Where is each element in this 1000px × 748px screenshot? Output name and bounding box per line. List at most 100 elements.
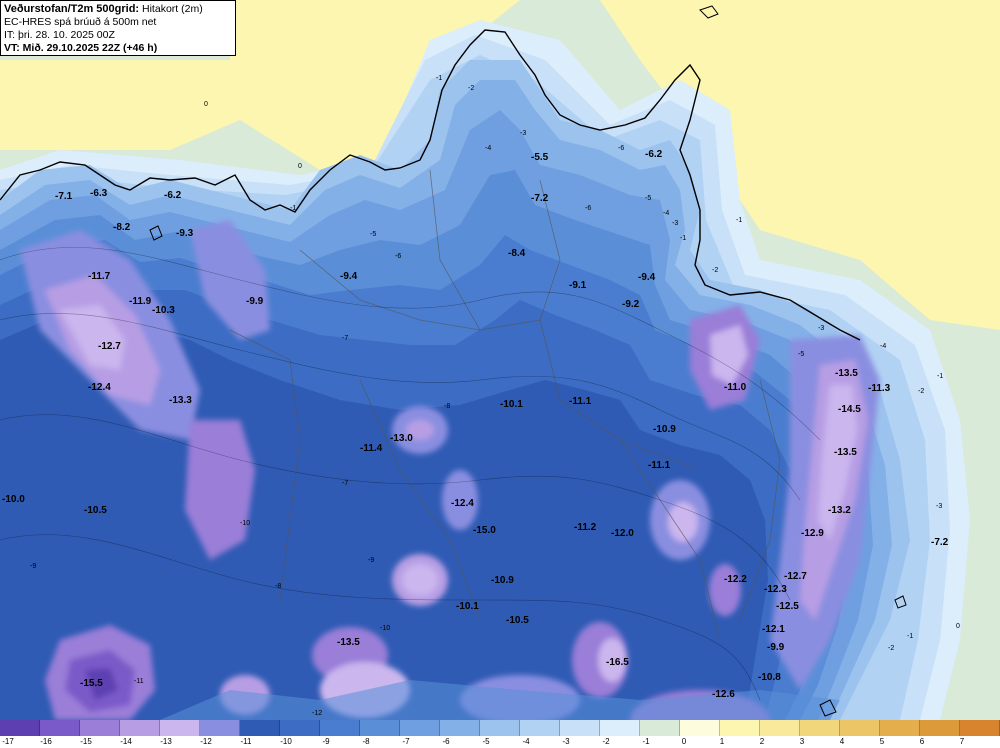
contour-label: -3 (818, 325, 824, 332)
contour-label: -4 (485, 145, 491, 152)
contour-label: -5 (798, 351, 804, 358)
contour-label: -7 (342, 480, 348, 487)
colorbar-tick-label: 5 (879, 737, 885, 746)
colorbar-tick-label: -10 (280, 737, 292, 746)
contour-label: -10 (240, 520, 250, 527)
colorbar-tick-label: -9 (322, 737, 330, 746)
temp-value-label: -11.1 (648, 460, 671, 471)
temp-value-label: -10.1 (500, 399, 523, 410)
colorbar-tick-label: -7 (402, 737, 410, 746)
contour-label: -1 (680, 235, 686, 242)
temp-value-label: -10.1 (456, 601, 479, 612)
temp-value-label: -5.5 (531, 152, 549, 163)
temp-value-label: -12.7 (98, 341, 121, 352)
valid-time: VT: Mið. 29.10.2025 22Z (+46 h) (4, 42, 158, 54)
temp-value-label: -6.2 (645, 149, 663, 160)
temp-value-label: -12.1 (762, 624, 785, 635)
contour-label: 0 (956, 623, 960, 630)
colorbar-ticks: -17 -16 -15 -14 -13 -12 -11 -10 -9 -8 -7… (0, 736, 1000, 748)
temp-value-label: -10.8 (758, 672, 781, 683)
temp-value-label: -12.5 (776, 601, 799, 612)
colorbar-tick-label: 1 (719, 737, 725, 746)
colorbar-tick-label: 2 (759, 737, 765, 746)
temp-value-label: -13.0 (390, 433, 413, 444)
temp-value-label: -14.5 (838, 404, 861, 415)
contour-label: 0 (204, 101, 208, 108)
temp-value-label: -13.5 (834, 447, 857, 458)
colorbar-tick-label: 6 (919, 737, 925, 746)
colorbar-swatches (0, 720, 1000, 736)
colorbar-swatch (520, 720, 560, 736)
contour-label: -1 (907, 633, 913, 640)
temp-value-label: -11.0 (724, 382, 747, 393)
contour-label: -9 (368, 557, 374, 564)
colorbar-swatch (800, 720, 840, 736)
temp-value-label: -10.5 (506, 615, 529, 626)
colorbar-swatch (960, 720, 1000, 736)
colorbar-tick-label: -5 (482, 737, 490, 746)
temp-value-label: -10.5 (84, 505, 107, 516)
colorbar-swatch (160, 720, 200, 736)
colorbar-swatch (680, 720, 720, 736)
contour-label: -8 (444, 403, 450, 410)
colorbar-swatch (480, 720, 520, 736)
temp-value-label: -11.4 (360, 443, 383, 454)
contour-label: -3 (936, 503, 942, 510)
temp-value-label: -11.7 (88, 271, 111, 282)
temp-value-label: -13.2 (828, 505, 851, 516)
temp-value-label: -9.4 (638, 272, 656, 283)
colorbar-tick-label: -12 (200, 737, 212, 746)
temp-value-label: -12.6 (712, 689, 735, 700)
map-info-box: Veðurstofan/T2m 500grid: Hitakort (2m) E… (0, 0, 236, 56)
temp-value-label: -13.5 (835, 368, 858, 379)
contour-label: -9 (30, 563, 36, 570)
colorbar-tick-label: -8 (362, 737, 370, 746)
colorbar-tick-label: -17 (2, 737, 14, 746)
temp-value-label: -12.7 (784, 571, 807, 582)
temp-value-label: -15.0 (473, 525, 496, 536)
temp-value-label: -9.9 (767, 642, 785, 653)
colorbar-swatch (840, 720, 880, 736)
header-title-line: Veðurstofan/T2m 500grid: Hitakort (2m) (4, 3, 232, 16)
colorbar-tick-label: 7 (959, 737, 965, 746)
contour-label: -1 (436, 75, 442, 82)
temp-value-label: -15.5 (80, 678, 103, 689)
temp-value-label: -12.4 (88, 382, 111, 393)
temp-value-label: -11.2 (574, 522, 597, 533)
temp-value-label: -10.3 (152, 305, 175, 316)
map-area: 0 0 -1 -1 -1 -1 -2 -2 -3 -3 -4 -4 -5 -5 … (0, 0, 1000, 720)
colorbar-swatch (360, 720, 400, 736)
colorbar-tick-label: -2 (602, 737, 610, 746)
contour-label: 0 (298, 163, 302, 170)
temp-value-label: -6.3 (90, 188, 108, 199)
contour-label: -8 (275, 583, 281, 590)
contour-label: -10 (380, 625, 390, 632)
map-title: Veðurstofan/T2m 500grid: (4, 3, 140, 15)
temp-value-label: -12.3 (764, 584, 787, 595)
contour-label: -2 (888, 645, 894, 652)
contour-label: -6 (618, 145, 624, 152)
colorbar-swatch (920, 720, 960, 736)
contour-label: -1 (937, 373, 943, 380)
colorbar-swatch (80, 720, 120, 736)
temp-value-label: -6.2 (164, 190, 182, 201)
initial-time: IT: þri. 28. 10. 2025 00Z (4, 29, 115, 41)
temp-value-label: -16.5 (606, 657, 629, 668)
temp-value-label: -11.9 (129, 296, 152, 307)
temp-value-label: -11.3 (868, 383, 891, 394)
temp-value-label: -10.9 (491, 575, 514, 586)
contour-label: -2 (918, 388, 924, 395)
colorbar-swatch (320, 720, 360, 736)
colorbar-tick-label: -3 (562, 737, 570, 746)
temp-value-label: -12.0 (611, 528, 634, 539)
contour-label: -3 (520, 130, 526, 137)
colorbar-swatch (240, 720, 280, 736)
temp-value-label: -7.2 (531, 193, 549, 204)
temp-value-label: -12.2 (724, 574, 747, 585)
contour-label: -7 (342, 335, 348, 342)
colorbar-swatch (120, 720, 160, 736)
colorbar-tick-label: -13 (160, 737, 172, 746)
colorbar-swatch (560, 720, 600, 736)
temperature-map: 0 0 -1 -1 -1 -1 -2 -2 -3 -3 -4 -4 -5 -5 … (0, 0, 1000, 720)
colorbar-tick-label: 4 (839, 737, 845, 746)
